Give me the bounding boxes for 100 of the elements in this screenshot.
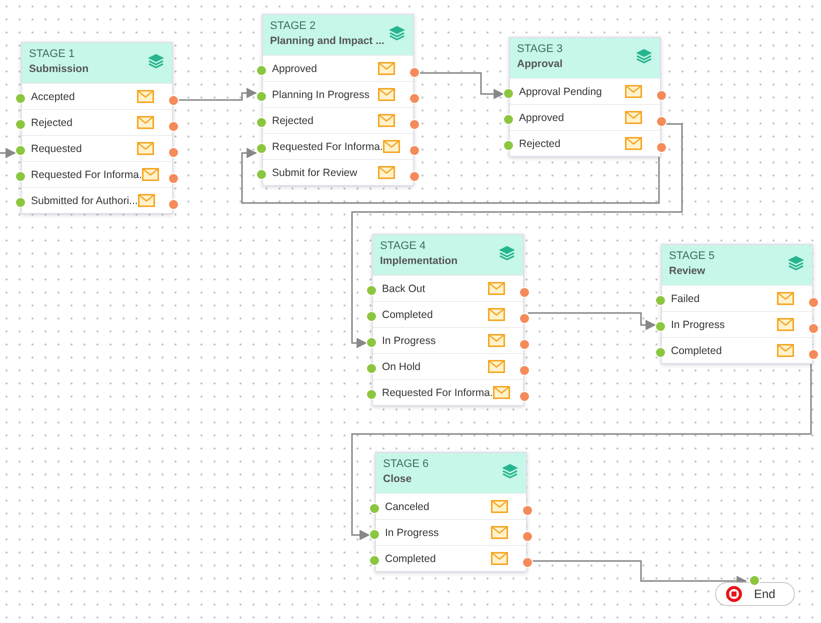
stage-card[interactable]: STAGE 1 Submission Accepted Rejected Requested Requested For Informa. Submitted for Authori... (21, 42, 173, 214)
input-port[interactable] (15, 171, 26, 182)
output-port[interactable] (519, 313, 530, 324)
mail-icon[interactable] (488, 334, 505, 347)
mail-icon[interactable] (488, 360, 505, 373)
mail-icon[interactable] (137, 142, 154, 155)
stage-card[interactable]: STAGE 2 Planning and Impact ... Approved Planning In Progress Rejected Requested For Informa. Submit for Review (262, 14, 414, 186)
status-label: Completed (385, 552, 437, 564)
stage-name: Implementation (380, 255, 458, 267)
stage-name: Planning and Impact ... (270, 35, 384, 47)
input-port[interactable] (256, 169, 267, 180)
input-port[interactable] (655, 347, 666, 358)
stage-card[interactable]: STAGE 5 Review Failed In Progress Completed (661, 244, 813, 364)
input-port[interactable] (15, 197, 26, 208)
status-label: Rejected (272, 114, 314, 126)
status-label: Requested (31, 142, 83, 154)
stage-name: Submission (29, 63, 89, 75)
mail-icon[interactable] (488, 282, 505, 295)
output-port[interactable] (519, 391, 530, 402)
mail-icon[interactable] (378, 62, 395, 75)
output-port[interactable] (519, 365, 530, 376)
mail-icon[interactable] (625, 111, 642, 124)
output-port[interactable] (656, 116, 667, 127)
mail-icon[interactable] (625, 85, 642, 98)
connector-arrow (0, 148, 16, 158)
output-port[interactable] (522, 531, 533, 542)
mail-icon[interactable] (777, 292, 794, 305)
end-node[interactable]: End (715, 582, 795, 606)
output-port[interactable] (808, 323, 819, 334)
mail-icon[interactable] (378, 166, 395, 179)
mail-icon[interactable] (625, 137, 642, 150)
mail-icon[interactable] (382, 140, 400, 153)
input-port[interactable] (366, 389, 377, 400)
output-port[interactable] (656, 90, 667, 101)
input-port[interactable] (369, 503, 380, 514)
input-port[interactable] (369, 529, 380, 540)
mail-icon[interactable] (492, 386, 510, 399)
output-port[interactable] (409, 171, 420, 182)
mail-icon[interactable] (488, 308, 505, 321)
output-port[interactable] (656, 142, 667, 153)
output-port[interactable] (409, 67, 420, 78)
input-port[interactable] (655, 295, 666, 306)
output-port[interactable] (519, 339, 530, 350)
status-label: Submitted for Authori... (31, 194, 138, 206)
output-port[interactable] (168, 147, 179, 158)
input-port[interactable] (256, 91, 267, 102)
output-port[interactable] (519, 287, 530, 298)
stage-name: Close (383, 473, 413, 485)
input-port[interactable] (366, 311, 377, 322)
output-port[interactable] (168, 173, 179, 184)
mail-icon[interactable] (777, 318, 794, 331)
output-port[interactable] (808, 297, 819, 308)
input-port[interactable] (15, 93, 26, 104)
mail-icon[interactable] (491, 552, 508, 565)
input-port[interactable] (256, 65, 267, 76)
input-port[interactable] (503, 114, 514, 125)
stage-label: STAGE 6 (383, 458, 429, 470)
mail-icon[interactable] (137, 116, 154, 129)
stage-name: Approval (517, 58, 563, 70)
input-port[interactable] (256, 143, 267, 154)
stage-card[interactable]: STAGE 4 Implementation Back Out Completed In Progress On Hold Requested For Informa. (372, 234, 524, 406)
status-label: Requested For Informa. (272, 140, 383, 152)
layers-icon (787, 255, 805, 271)
stage-name: Review (669, 265, 706, 277)
stage-card[interactable]: STAGE 3 Approval Approval Pending Approved Rejected (509, 37, 661, 157)
layers-icon (501, 463, 519, 479)
input-port[interactable] (366, 285, 377, 296)
mail-icon[interactable] (138, 194, 155, 207)
output-port[interactable] (409, 119, 420, 130)
input-port[interactable] (15, 145, 26, 156)
input-port[interactable] (366, 363, 377, 374)
output-port[interactable] (409, 93, 420, 104)
stage-label: STAGE 4 (380, 240, 427, 252)
mail-icon[interactable] (378, 114, 395, 127)
output-port[interactable] (409, 145, 420, 156)
status-label: Approved (519, 112, 565, 124)
mail-icon[interactable] (378, 88, 395, 101)
input-port[interactable] (366, 337, 377, 348)
layers-icon (147, 53, 165, 69)
output-port[interactable] (522, 557, 533, 568)
input-port[interactable] (503, 140, 514, 151)
input-port[interactable] (256, 117, 267, 128)
output-port[interactable] (522, 505, 533, 516)
mail-icon[interactable] (491, 526, 508, 539)
output-port[interactable] (168, 121, 179, 132)
output-port[interactable] (168, 199, 179, 210)
mail-icon[interactable] (777, 344, 794, 357)
stage-card[interactable]: STAGE 6 Close Canceled In Progress Completed (375, 452, 527, 572)
input-port[interactable] (749, 575, 760, 586)
mail-icon[interactable] (491, 500, 508, 513)
layers-icon (388, 25, 406, 41)
status-label: Accepted (31, 90, 76, 102)
mail-icon[interactable] (137, 90, 154, 103)
output-port[interactable] (808, 349, 819, 360)
output-port[interactable] (168, 95, 179, 106)
input-port[interactable] (369, 555, 380, 566)
mail-icon[interactable] (142, 168, 159, 181)
input-port[interactable] (655, 321, 666, 332)
input-port[interactable] (15, 119, 26, 130)
input-port[interactable] (503, 88, 514, 99)
